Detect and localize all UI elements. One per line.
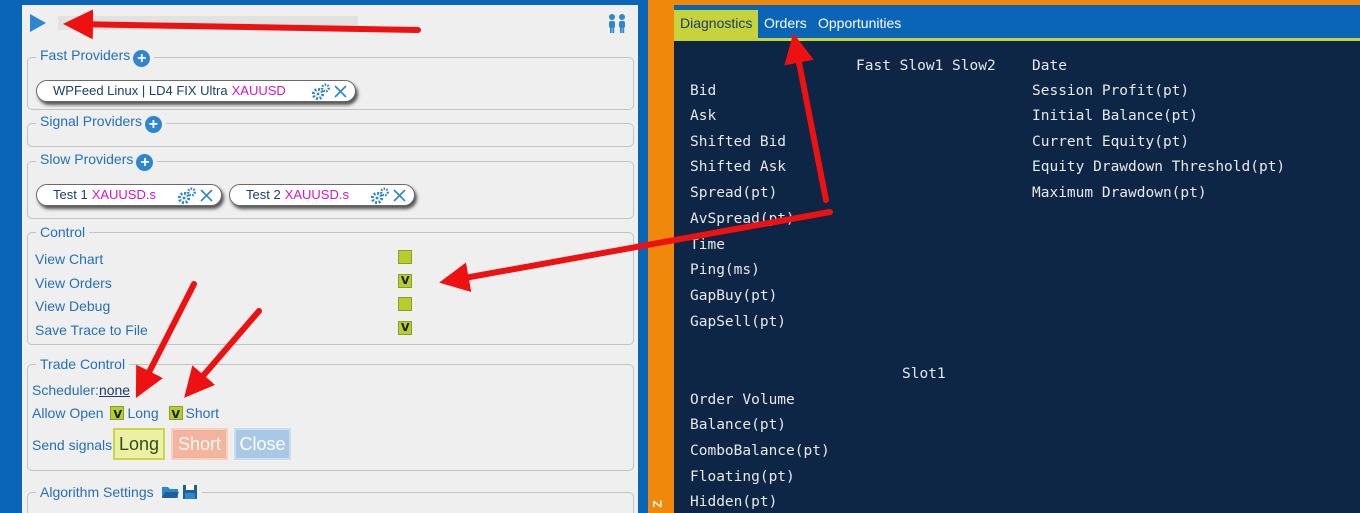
gears-icon[interactable] — [311, 83, 331, 100]
slot-row-combo-balance: ComboBalance(pt) — [690, 443, 830, 459]
diag-row-shifted-bid: Shifted Bid — [690, 134, 787, 150]
diag-row-spread: Spread(pt) — [690, 185, 778, 201]
control-label-view-orders: View Orders — [35, 275, 112, 291]
allow-open-row: Allow Open Long Short — [32, 404, 219, 424]
control-title: Control — [40, 224, 86, 240]
add-slow-provider-icon[interactable]: + — [136, 154, 154, 171]
left-panel: Fast Providers + WPFeed Linux | LD4 FIX U… — [0, 0, 648, 513]
toolbar — [22, 5, 638, 41]
diag-row-session-profit: Session Profit(pt) — [1032, 83, 1190, 99]
send-signals-label: Send signals: — [32, 437, 117, 453]
slot-row-floating: Floating(pt) — [690, 469, 795, 485]
send-close-button[interactable]: Close — [234, 428, 291, 460]
gears-icon[interactable] — [177, 187, 197, 204]
fast-providers-title: Fast Providers + — [36, 47, 154, 67]
allow-open-label: Allow Open — [32, 405, 104, 421]
scheduler-label: Scheduler: — [32, 382, 99, 398]
column-header: Fast Slow1 Slow2 — [856, 58, 996, 74]
diag-row-time: Time — [690, 237, 725, 253]
diag-row-current-equity: Current Equity(pt) — [1032, 134, 1190, 150]
diag-row-gapsell: GapSell(pt) — [690, 314, 787, 330]
tab-opportunities[interactable]: Opportunities — [812, 10, 907, 38]
send-long-button[interactable]: Long — [113, 428, 165, 460]
provider-pill[interactable]: WPFeed Linux | LD4 FIX Ultra XAUUSD — [36, 80, 356, 102]
provider-pill[interactable]: Test 1 XAUUSD.s — [36, 184, 222, 206]
provider-name: WPFeed Linux | LD4 FIX Ultra — [53, 83, 228, 98]
provider-symbol: XAUUSD.s — [284, 187, 349, 202]
send-short-button[interactable]: Short — [171, 428, 228, 460]
view-debug-checkbox[interactable] — [398, 297, 412, 311]
gears-icon[interactable] — [370, 187, 390, 204]
diag-row-bid: Bid — [690, 83, 717, 99]
users-icon[interactable] — [606, 13, 628, 33]
slot-row-order-volume: Order Volume — [690, 392, 795, 408]
provider-name: Test 2 — [246, 187, 281, 202]
diag-row-ping: Ping(ms) — [690, 262, 760, 278]
trade-control-title: Trade Control — [40, 356, 126, 372]
right-panel: Z Diagnostics Orders Opportunities Fast … — [648, 0, 1360, 513]
scheduler-link[interactable]: none — [99, 382, 130, 398]
diagnostics-console: Fast Slow1 Slow2 Bid Ask Shifted Bid Shi… — [674, 41, 1360, 513]
tab-diagnostics[interactable]: Diagnostics — [674, 10, 759, 38]
add-signal-provider-icon[interactable]: + — [144, 116, 162, 133]
diag-row-initial-balance: Initial Balance(pt) — [1032, 108, 1198, 124]
remove-provider-icon[interactable] — [332, 83, 349, 100]
control-label-view-debug: View Debug — [35, 298, 111, 314]
add-fast-provider-icon[interactable]: + — [133, 50, 151, 67]
tab-orders[interactable]: Orders — [758, 10, 813, 38]
diag-row-ask: Ask — [690, 108, 717, 124]
allow-long-label: Long — [127, 405, 159, 421]
scheduler-row: Scheduler:none — [32, 381, 130, 399]
allow-long-checkbox[interactable] — [110, 406, 125, 424]
settings-pane: Fast Providers + WPFeed Linux | LD4 FIX U… — [22, 5, 638, 513]
provider-name: Test 1 — [53, 187, 88, 202]
diag-row-gapbuy: GapBuy(pt) — [690, 288, 778, 304]
slot-row-hidden: Hidden(pt) — [690, 494, 778, 510]
algorithm-settings-title: Algorithm Settings — [36, 484, 202, 500]
diag-row-avspread: AvSpread(pt) — [690, 211, 795, 227]
view-chart-checkbox[interactable] — [398, 250, 412, 264]
diag-row-shifted-ask: Shifted Ask — [690, 159, 787, 175]
diag-row-date: Date — [1032, 58, 1067, 74]
remove-provider-icon[interactable] — [198, 187, 215, 204]
allow-short-checkbox[interactable] — [168, 406, 183, 424]
control-label-view-chart: View Chart — [35, 251, 104, 267]
signal-providers-title: Signal Providers + — [36, 113, 166, 133]
provider-pill[interactable]: Test 2 XAUUSD.s — [229, 184, 415, 206]
remove-provider-icon[interactable] — [391, 187, 408, 204]
side-bar-label: Z — [650, 500, 665, 508]
signal-providers-group: Signal Providers + — [27, 113, 634, 147]
provider-symbol: XAUUSD.s — [91, 187, 156, 202]
play-icon[interactable] — [30, 14, 46, 32]
slot-header: Slot1 — [902, 366, 946, 382]
slow-providers-title: Slow Providers + — [36, 151, 157, 171]
left-border — [0, 0, 22, 513]
splitter[interactable] — [638, 0, 648, 513]
open-folder-icon[interactable] — [161, 485, 179, 499]
diag-row-max-drawdown: Maximum Drawdown(pt) — [1032, 185, 1207, 201]
toolbar-field — [58, 16, 358, 30]
algorithm-settings-group: Algorithm Settings — [27, 484, 634, 513]
slot-row-balance: Balance(pt) — [690, 417, 787, 433]
view-orders-checkbox[interactable] — [398, 274, 412, 288]
orange-side-bar: Z — [648, 0, 674, 513]
allow-short-label: Short — [185, 405, 219, 421]
save-trace-checkbox[interactable] — [398, 321, 412, 335]
diag-row-equity-drawdown-threshold: Equity Drawdown Threshold(pt) — [1032, 159, 1286, 175]
tab-bar: Diagnostics Orders Opportunities — [674, 5, 1360, 41]
provider-symbol: XAUUSD — [231, 83, 286, 98]
control-label-save-trace: Save Trace to File — [35, 322, 148, 338]
save-icon[interactable] — [182, 484, 198, 500]
